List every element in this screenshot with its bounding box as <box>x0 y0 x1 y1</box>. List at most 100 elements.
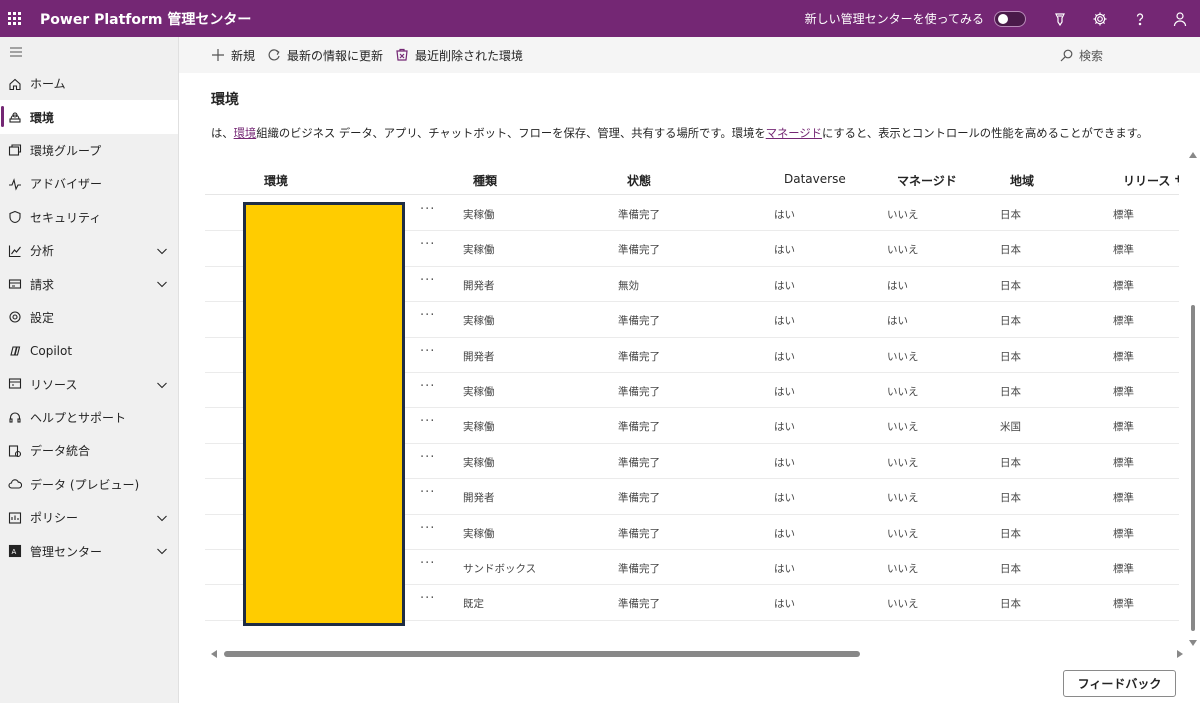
sidebar-item-14[interactable]: A 管理センター <box>0 534 178 567</box>
more-actions-icon[interactable]: ··· <box>420 273 435 288</box>
managed-link[interactable]: マネージド <box>766 127 822 140</box>
refresh-button[interactable]: 最新の情報に更新 <box>267 47 383 64</box>
column-header-state[interactable]: 状態 <box>627 172 651 189</box>
chevron-down-icon[interactable] <box>156 379 168 391</box>
cell-type: 実稼働 <box>463 421 495 434</box>
cell-managed: いいえ <box>887 527 919 540</box>
sidebar-item-11[interactable]: データ統合 <box>0 434 178 467</box>
sidebar-item-13[interactable]: ポリシー <box>0 501 178 534</box>
app-launcher-button[interactable] <box>0 0 28 37</box>
sidebar-item-9[interactable]: リソース <box>0 368 178 401</box>
vertical-scroll-thumb[interactable] <box>1191 305 1195 631</box>
more-actions-icon[interactable]: ··· <box>420 521 435 536</box>
new-button[interactable]: 新規 <box>211 47 255 64</box>
more-actions-icon[interactable]: ··· <box>420 591 435 606</box>
sidebar-item-5[interactable]: 分析 <box>0 234 178 267</box>
person-icon <box>1173 11 1187 26</box>
sidebar-item-label: 設定 <box>30 310 55 325</box>
column-header-type[interactable]: 種類 <box>473 172 497 189</box>
sidebar-item-12[interactable]: データ (プレビュー) <box>0 468 178 501</box>
more-actions-icon[interactable]: ··· <box>420 379 435 394</box>
cell-region: 日本 <box>1000 315 1021 328</box>
recently-deleted-label: 最近削除された環境 <box>415 48 524 63</box>
lightbulb-button[interactable] <box>1040 0 1080 37</box>
more-actions-icon[interactable]: ··· <box>420 308 435 323</box>
vertical-scrollbar[interactable] <box>1186 152 1200 646</box>
scroll-left-arrow-icon[interactable] <box>211 650 217 658</box>
search-label: 検索 <box>1079 48 1104 63</box>
sidebar-item-3[interactable]: アドバイザー <box>0 167 178 200</box>
copilot-icon <box>8 344 22 358</box>
cell-type: 開発者 <box>463 350 495 363</box>
cell-managed: はい <box>887 315 908 328</box>
cell-release: 標準 <box>1113 315 1134 328</box>
sidebar-item-10[interactable]: ヘルプとサポート <box>0 401 178 434</box>
headset-icon <box>8 411 22 425</box>
column-header-managed[interactable]: マネージド <box>897 172 957 189</box>
chevron-down-icon[interactable] <box>156 245 168 257</box>
cell-dataverse: はい <box>774 598 795 611</box>
sidebar-item-label: データ統合 <box>30 444 91 459</box>
sidebar-item-1[interactable]: 環境 <box>0 100 178 134</box>
scroll-up-arrow-icon[interactable] <box>1189 152 1197 158</box>
horizontal-scrollbar[interactable] <box>208 648 1186 660</box>
sidebar-item-7[interactable]: 設定 <box>0 301 178 334</box>
app-title[interactable]: Power Platform 管理センター <box>40 9 251 29</box>
cell-region: 日本 <box>1000 279 1021 292</box>
chevron-down-icon[interactable] <box>156 512 168 524</box>
sidebar-item-label: ヘルプとサポート <box>30 411 127 426</box>
sidebar-item-2[interactable]: 環境グループ <box>0 134 178 167</box>
cell-region: 日本 <box>1000 563 1021 575</box>
cell-region: 日本 <box>1000 350 1021 363</box>
cell-dataverse: はい <box>774 279 795 292</box>
feedback-button[interactable]: フィードバック <box>1063 670 1176 697</box>
page-title: 環境 <box>211 92 239 108</box>
waffle-icon <box>7 12 21 25</box>
more-actions-icon[interactable]: ··· <box>420 414 435 429</box>
scroll-right-arrow-icon[interactable] <box>1177 650 1183 658</box>
more-actions-icon[interactable]: ··· <box>420 450 435 465</box>
more-actions-icon[interactable]: ··· <box>420 202 435 217</box>
help-button[interactable] <box>1120 0 1160 37</box>
cell-release: 標準 <box>1113 456 1134 469</box>
more-actions-icon[interactable]: ··· <box>420 237 435 252</box>
cell-type: 実稼働 <box>463 527 495 540</box>
gear-icon <box>8 310 22 324</box>
environment-link[interactable]: 環境 <box>234 127 257 140</box>
cell-region: 日本 <box>1000 386 1021 398</box>
cell-type: 実稼働 <box>463 386 495 398</box>
chevron-down-icon[interactable] <box>156 545 168 557</box>
sidebar-item-4[interactable]: セキュリティ <box>0 201 178 234</box>
column-header-dataverse[interactable]: Dataverse <box>784 172 846 186</box>
column-header-release-cycle[interactable]: リリース サイ <box>1123 172 1179 189</box>
sidebar-item-0[interactable]: ホーム <box>0 67 178 100</box>
column-header-environment[interactable]: 環境 <box>264 172 288 189</box>
shield-icon <box>8 210 22 224</box>
column-header-region[interactable]: 地域 <box>1010 172 1034 189</box>
admin-center-icon: A <box>8 544 22 558</box>
scroll-down-arrow-icon[interactable] <box>1189 640 1197 646</box>
search-icon <box>1060 49 1073 61</box>
sidebar-item-8[interactable]: Copilot <box>0 334 178 367</box>
more-actions-icon[interactable]: ··· <box>420 485 435 500</box>
account-button[interactable] <box>1160 0 1200 37</box>
recently-deleted-button[interactable]: 最近削除された環境 <box>395 47 523 64</box>
cell-managed: いいえ <box>887 492 919 505</box>
more-actions-icon[interactable]: ··· <box>420 344 435 359</box>
more-actions-icon[interactable]: ··· <box>420 556 435 571</box>
collapse-nav-button[interactable] <box>0 37 178 67</box>
cell-type: 実稼働 <box>463 209 495 221</box>
cell-dataverse: はい <box>774 456 795 469</box>
sidebar-item-label: 分析 <box>30 244 55 259</box>
command-bar: 新規 最新の情報に更新 最近削除された環境 検索 <box>179 37 1200 73</box>
cell-state: 準備完了 <box>618 315 660 328</box>
new-center-toggle[interactable] <box>994 10 1026 27</box>
sidebar-item-6[interactable]: 請求 <box>0 267 178 300</box>
settings-button[interactable] <box>1080 0 1120 37</box>
cell-release: 標準 <box>1113 598 1134 611</box>
chevron-down-icon[interactable] <box>156 278 168 290</box>
cell-state: 準備完了 <box>618 563 660 575</box>
gear-icon <box>1093 12 1107 25</box>
horizontal-scroll-thumb[interactable] <box>224 651 860 657</box>
search-box[interactable]: 検索 <box>1060 37 1200 73</box>
